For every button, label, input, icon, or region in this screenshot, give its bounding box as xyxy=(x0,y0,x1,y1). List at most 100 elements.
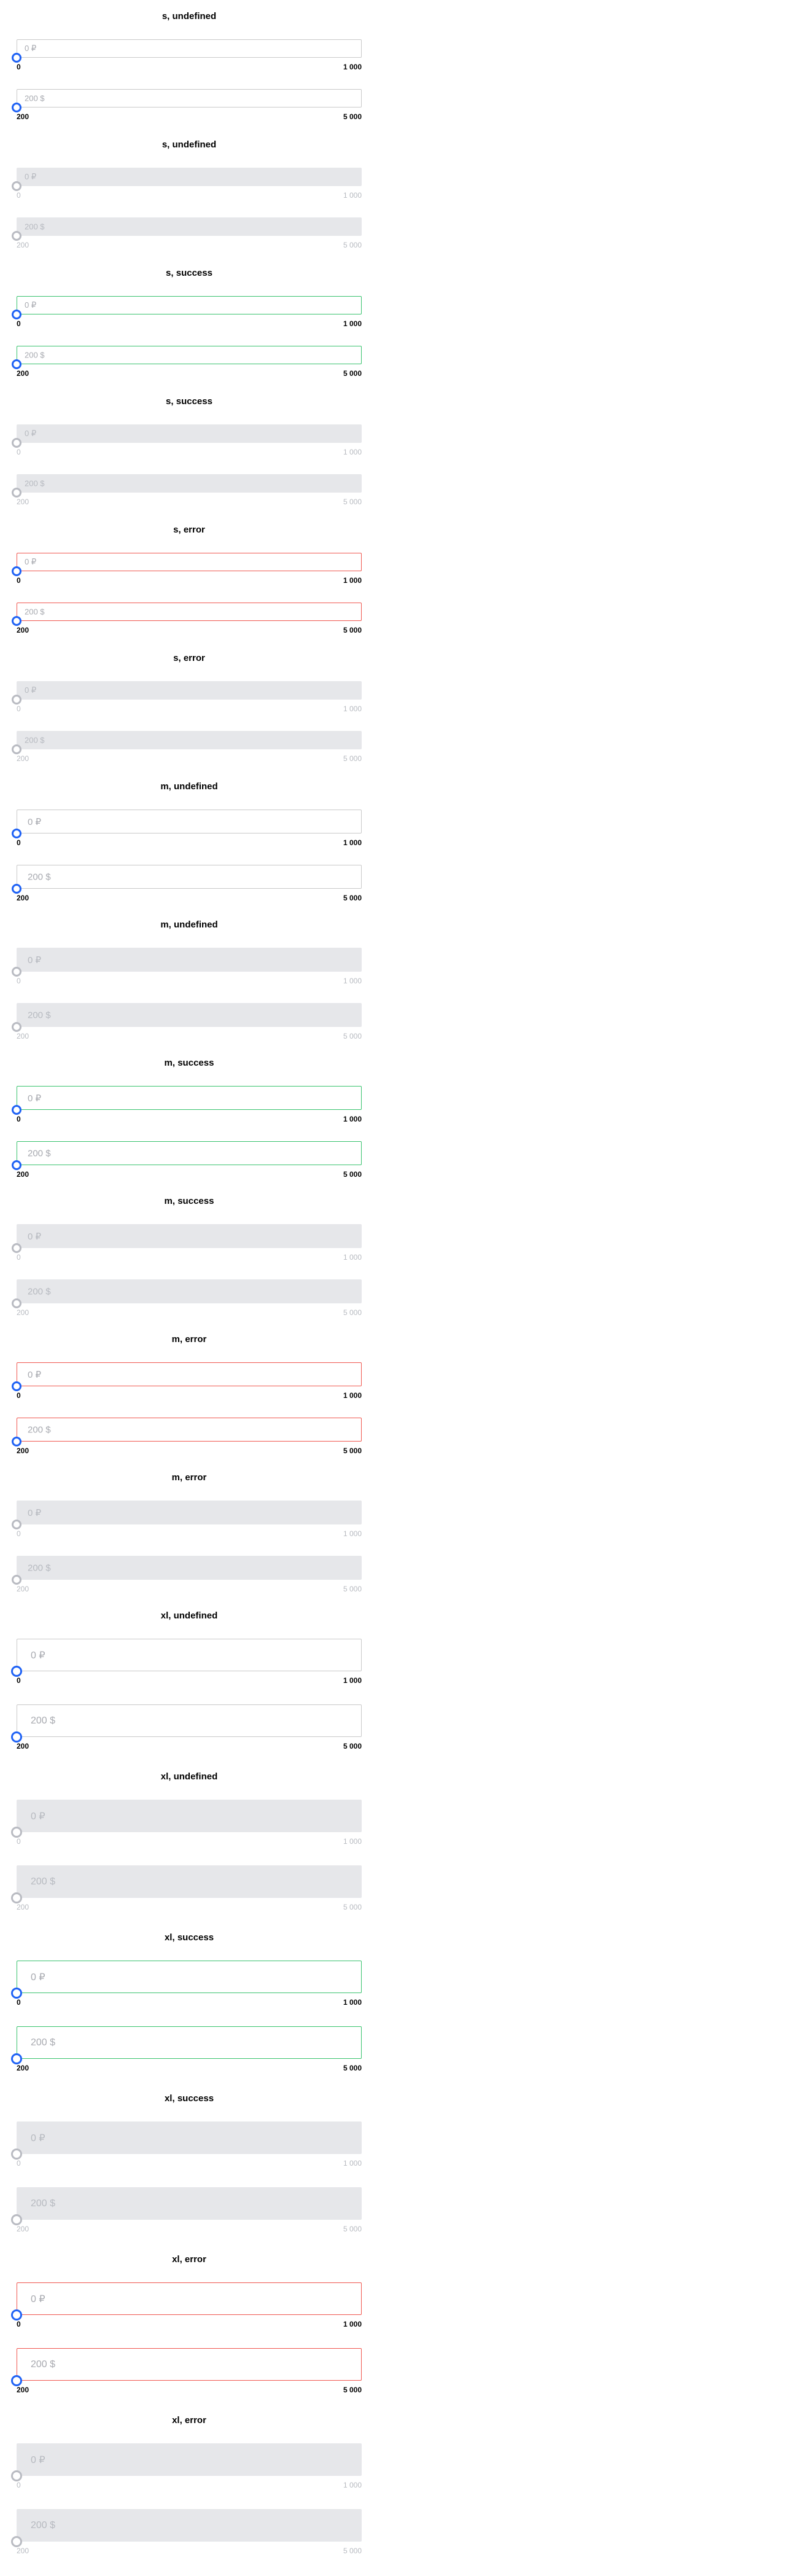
slider-handle[interactable] xyxy=(12,884,21,894)
slider-handle[interactable] xyxy=(11,1731,22,1743)
amount-input[interactable]: 0 ₽ xyxy=(17,553,362,571)
amount-input[interactable]: 0 ₽ xyxy=(17,296,362,314)
slider-input: 0 ₽ 0 1 000 xyxy=(12,424,362,458)
amount-input[interactable]: 200 $ xyxy=(17,1704,362,1737)
range-min-label: 0 xyxy=(17,838,21,847)
amount-input[interactable]: 200 $ xyxy=(17,1418,362,1442)
range-min-label: 200 xyxy=(17,1742,29,1751)
section-title: xl, undefined xyxy=(160,1771,218,1782)
slider-input: 0 ₽ 0 1 000 xyxy=(11,1639,362,1688)
slider-handle[interactable] xyxy=(12,1381,21,1391)
amount-input[interactable]: 0 ₽ xyxy=(17,1639,362,1671)
slider-handle[interactable] xyxy=(12,1437,21,1446)
range-max-label: 1 000 xyxy=(343,319,362,328)
amount-input[interactable]: 0 ₽ xyxy=(17,1362,362,1386)
section-title: s, error xyxy=(173,525,205,535)
range-max-label: 5 000 xyxy=(343,626,362,634)
range-min-label: 200 xyxy=(17,1170,29,1179)
amount-input[interactable]: 200 $ xyxy=(17,603,362,621)
amount-input[interactable]: 0 ₽ xyxy=(17,810,362,833)
slider-handle[interactable] xyxy=(12,359,21,369)
slider-handle[interactable] xyxy=(12,103,21,112)
amount-input: 0 ₽ xyxy=(17,1501,362,1524)
slider-input: 0 ₽ 0 1 000 xyxy=(12,39,362,73)
amount-input[interactable]: 0 ₽ xyxy=(17,1086,362,1110)
slider-input: 0 ₽ 0 1 000 xyxy=(11,1800,362,1849)
amount-placeholder: 200 $ xyxy=(31,1715,56,1726)
slider-input: 200 $ 200 5 000 xyxy=(11,2509,362,2558)
amount-input[interactable]: 0 ₽ xyxy=(17,39,362,58)
amount-input[interactable]: 200 $ xyxy=(17,1141,362,1165)
slider-handle[interactable] xyxy=(11,1988,22,1999)
slider-input: 0 ₽ 0 1 000 xyxy=(11,2443,362,2492)
slider-handle[interactable] xyxy=(12,310,21,319)
range-max-label: 5 000 xyxy=(343,1308,362,1317)
amount-input: 200 $ xyxy=(17,1556,362,1580)
slider-handle[interactable] xyxy=(12,616,21,626)
range-max-label: 5 000 xyxy=(343,369,362,378)
section-title: m, success xyxy=(164,1196,214,1206)
range-min-label: 200 xyxy=(17,894,29,902)
slider-input: 200 $ 200 5 000 xyxy=(12,865,362,904)
slider-handle[interactable] xyxy=(11,2053,22,2064)
slider-handle xyxy=(12,695,21,704)
section-title: m, undefined xyxy=(160,919,218,930)
amount-placeholder: 0 ₽ xyxy=(28,1093,42,1104)
section-title: m, error xyxy=(171,1334,207,1345)
slider-handle xyxy=(11,2470,22,2481)
amount-input[interactable]: 200 $ xyxy=(17,2348,362,2381)
range-min-label: 200 xyxy=(17,498,29,506)
range-min-label: 0 xyxy=(17,2320,21,2328)
amount-input[interactable]: 200 $ xyxy=(17,89,362,107)
amount-placeholder: 200 $ xyxy=(31,2198,56,2209)
slider-input: 0 ₽ 0 1 000 xyxy=(11,2282,362,2332)
slider-input: 200 $ 200 5 000 xyxy=(12,603,362,636)
amount-input[interactable]: 200 $ xyxy=(17,346,362,364)
slider-handle[interactable] xyxy=(12,829,21,838)
slider-input: 0 ₽ 0 1 000 xyxy=(12,1086,362,1125)
slider-handle[interactable] xyxy=(12,566,21,576)
slider-section: m, undefined 0 ₽ 0 1 000 200 $ 200 5 000 xyxy=(12,781,362,919)
slider-input: 200 $ 200 5 000 xyxy=(12,1003,362,1042)
range-max-label: 1 000 xyxy=(343,1391,362,1400)
slider-handle xyxy=(12,1022,21,1032)
range-min-label: 200 xyxy=(17,2547,29,2555)
amount-input: 0 ₽ xyxy=(17,2443,362,2476)
section-title: xl, success xyxy=(164,2093,214,2104)
section-title: xl, error xyxy=(172,2254,206,2265)
range-min-label: 0 xyxy=(17,191,21,200)
range-max-label: 5 000 xyxy=(343,2225,362,2233)
amount-input[interactable]: 200 $ xyxy=(17,865,362,889)
slider-input: 0 ₽ 0 1 000 xyxy=(12,948,362,987)
range-max-label: 1 000 xyxy=(343,1676,362,1685)
slider-handle[interactable] xyxy=(11,2375,22,2386)
slider-handle xyxy=(11,2149,22,2160)
range-max-label: 5 000 xyxy=(343,1742,362,1751)
slider-section: s, error 0 ₽ 0 1 000 200 $ 200 5 000 xyxy=(12,653,362,781)
range-min-label: 200 xyxy=(17,241,29,249)
slider-handle[interactable] xyxy=(12,53,21,63)
slider-handle[interactable] xyxy=(11,1666,22,1677)
slider-handle xyxy=(12,1575,21,1585)
amount-placeholder: 200 $ xyxy=(31,2037,56,2048)
section-title: xl, error xyxy=(172,2415,206,2426)
amount-placeholder: 200 $ xyxy=(25,607,45,617)
slider-handle xyxy=(11,2536,22,2547)
amount-placeholder: 0 ₽ xyxy=(31,2133,45,2144)
range-max-label: 1 000 xyxy=(343,1837,362,1846)
range-max-label: 5 000 xyxy=(343,112,362,121)
slider-handle[interactable] xyxy=(12,1105,21,1115)
amount-input[interactable]: 200 $ xyxy=(17,2026,362,2059)
amount-input: 0 ₽ xyxy=(17,2121,362,2154)
amount-input[interactable]: 0 ₽ xyxy=(17,2282,362,2315)
slider-handle[interactable] xyxy=(11,2309,22,2320)
amount-input[interactable]: 0 ₽ xyxy=(17,1961,362,1993)
slider-handle[interactable] xyxy=(12,1160,21,1170)
amount-placeholder: 200 $ xyxy=(25,478,45,488)
amount-placeholder: 200 $ xyxy=(28,1148,51,1158)
amount-placeholder: 0 ₽ xyxy=(25,300,37,310)
range-min-label: 200 xyxy=(17,1903,29,1911)
slider-input: 0 ₽ 0 1 000 xyxy=(12,168,362,201)
amount-placeholder: 0 ₽ xyxy=(31,1972,45,1983)
range-min-label: 0 xyxy=(17,63,21,71)
